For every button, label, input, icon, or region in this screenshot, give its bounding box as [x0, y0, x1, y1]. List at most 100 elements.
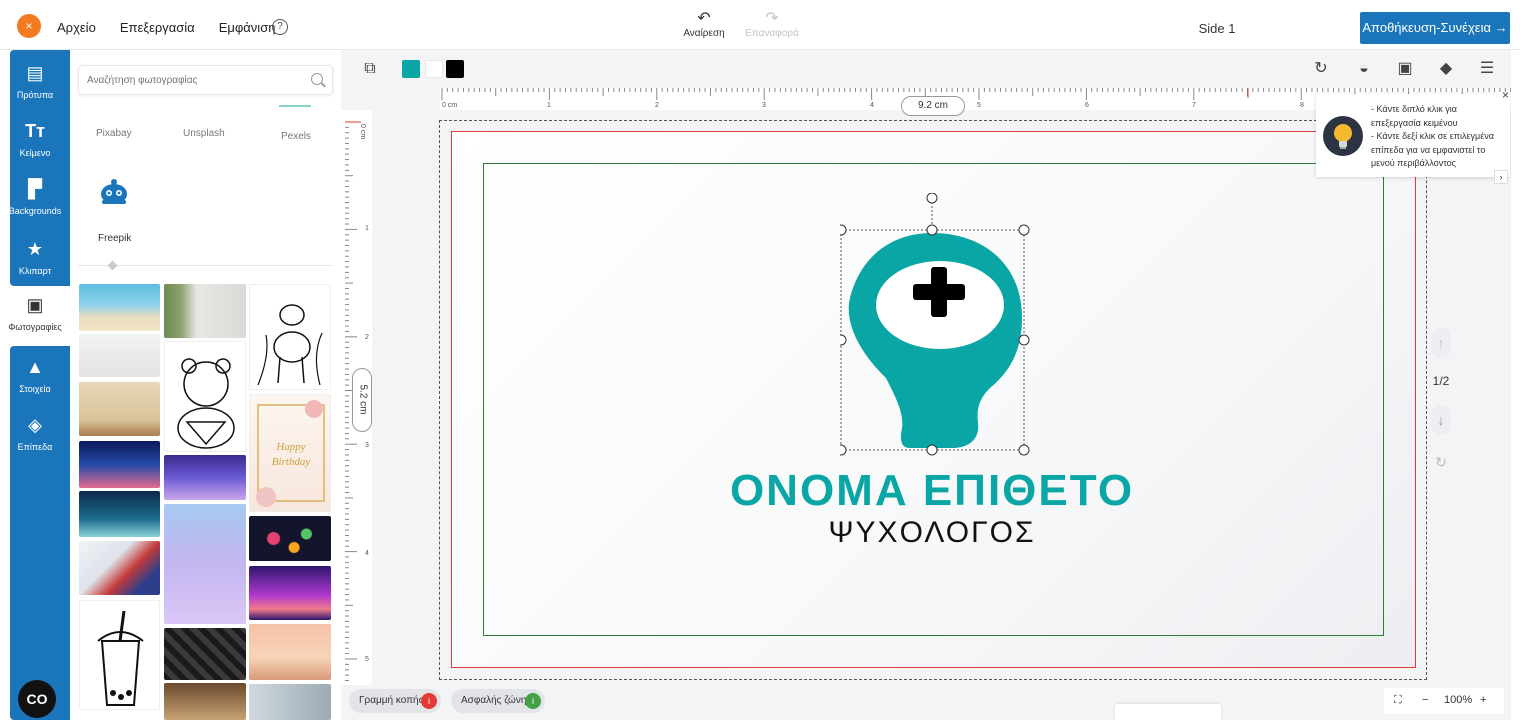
- fullscreen-icon[interactable]: ⛶: [1394, 694, 1402, 707]
- chevron-right-icon[interactable]: ›: [1494, 170, 1508, 184]
- psychology-head-logo[interactable]: [840, 193, 1030, 458]
- photo-thumb-window[interactable]: [164, 683, 246, 720]
- ruler-left-label-4: 4: [365, 550, 369, 557]
- photo-thumb-anime-night[interactable]: [164, 455, 246, 500]
- photo-thumb-cute-clouds[interactable]: [249, 624, 331, 680]
- nav-layers[interactable]: ◈ Επίπεδα: [0, 414, 70, 452]
- nav-text[interactable]: Tт Κείμενο: [0, 120, 70, 158]
- zoom-level: 100%: [1444, 694, 1473, 706]
- source-tab-freepik[interactable]: Freepik: [98, 233, 131, 244]
- photo-thumb-bear-sketch[interactable]: [164, 341, 246, 452]
- safe-zone-label: Ασφαλής ζώνη: [461, 695, 527, 706]
- close-tip-icon[interactable]: ×: [1502, 88, 1509, 102]
- adjust-settings-icon[interactable]: ☰: [1478, 60, 1496, 78]
- cut-line-toggle[interactable]: Γραμμή κοπής i: [349, 689, 441, 713]
- photo-search-input[interactable]: [79, 66, 299, 94]
- ruler-left-label-1: 1: [365, 225, 369, 232]
- photo-thumb-plant-wall[interactable]: [164, 284, 246, 338]
- help-icon[interactable]: ?: [272, 19, 288, 35]
- collapse-handle[interactable]: [107, 260, 118, 271]
- card-profession-text[interactable]: ΨΥΧΟΛΟΓΟΣ: [760, 516, 1104, 550]
- nav-elements-label: Στοιχεία: [19, 384, 51, 394]
- chat-button[interactable]: CO: [18, 680, 56, 718]
- safe-zone-toggle[interactable]: Ασφαλής ζώνη i: [451, 689, 545, 713]
- layers-order-icon[interactable]: ◆: [1437, 60, 1455, 78]
- color-swatch-teal[interactable]: [402, 60, 420, 78]
- photo-thumb-happy-birthday[interactable]: Happy Birthday: [249, 394, 331, 512]
- photo-thumb-bubble-tea-sketch[interactable]: [79, 600, 160, 710]
- page-down-icon[interactable]: ↓: [1431, 405, 1451, 435]
- menu-edit[interactable]: Επεξεργασία: [120, 20, 195, 35]
- image-icon: ▣: [26, 295, 44, 315]
- menu-view[interactable]: Εμφάνιση: [219, 20, 276, 35]
- svg-text:Birthday: Birthday: [272, 456, 311, 468]
- shapes-icon: ▲: [26, 357, 44, 377]
- save-continue-button[interactable]: Αποθήκευση-Συνέχεια →: [1360, 12, 1510, 44]
- group-select-icon[interactable]: ⧉: [361, 60, 379, 78]
- nav-clipart-label: Κλιπαρτ: [18, 266, 52, 276]
- nav-photos[interactable]: ▣ Φωτογραφίες: [0, 294, 70, 332]
- ruler-top-label-6: 6: [1085, 102, 1089, 109]
- nav-backgrounds-label: Backgrounds: [8, 206, 62, 216]
- redo-label: Επαναφορά: [745, 28, 799, 39]
- nav-elements[interactable]: ▲ Στοιχεία: [0, 356, 70, 394]
- photo-thumb-july-fourth[interactable]: [79, 541, 160, 595]
- photo-thumb-interior[interactable]: [79, 382, 160, 436]
- svg-text:Happy: Happy: [275, 441, 305, 453]
- photo-thumb-deer-sketch[interactable]: [249, 284, 331, 390]
- ruler-left-label-0: 0 cm: [359, 124, 366, 140]
- undo-button[interactable]: ↶ Αναίρεση: [676, 10, 732, 39]
- nav-backgrounds[interactable]: ▛ Backgrounds: [0, 178, 70, 216]
- ruler-top-label-7: 7: [1192, 102, 1196, 109]
- nav-layers-label: Επίπεδα: [17, 442, 53, 452]
- source-tab-unsplash[interactable]: Unsplash: [183, 128, 225, 139]
- color-swatch-white[interactable]: [425, 60, 443, 78]
- cut-line-info-icon: i: [421, 693, 437, 709]
- menu-file[interactable]: Αρχείο: [57, 20, 96, 35]
- color-swatch-black[interactable]: [446, 60, 464, 78]
- search-icon[interactable]: [311, 73, 323, 85]
- main-menu: Αρχείο Επεξεργασία Εμφάνιση: [57, 20, 275, 35]
- ruler-top-label-0: 0 cm: [442, 102, 458, 109]
- ruler-top-label-1: 1: [547, 102, 551, 109]
- page-up-icon[interactable]: ↑: [1431, 328, 1451, 358]
- nav-clipart[interactable]: ★ Κλιπαρτ: [0, 238, 70, 276]
- photo-thumb-neon-flowers[interactable]: [249, 516, 331, 561]
- photo-thumb-sea-night[interactable]: [79, 491, 160, 537]
- photo-thumb-pastel-arches[interactable]: [164, 504, 246, 624]
- redo-button[interactable]: ↷ Επαναφορά: [740, 10, 804, 39]
- ruler-top-label-4: 4: [870, 102, 874, 109]
- source-tab-pexels[interactable]: Pexels: [281, 131, 311, 142]
- nav-templates[interactable]: ▤ Πρότυπα: [0, 62, 70, 100]
- photo-thumb-portrait[interactable]: [249, 684, 331, 720]
- nav-templates-label: Πρότυπα: [16, 90, 54, 100]
- layers-icon: ◈: [28, 415, 42, 435]
- close-button[interactable]: ×: [17, 14, 41, 38]
- active-source-indicator: [279, 105, 311, 107]
- page-refresh-icon[interactable]: ↻: [1431, 447, 1451, 477]
- photo-thumb-synthwave[interactable]: [249, 566, 331, 620]
- zoom-controls: ⛶ − 100% +: [1384, 688, 1504, 714]
- zoom-out-icon[interactable]: −: [1422, 694, 1428, 706]
- photo-thumb-white-room[interactable]: [79, 334, 160, 377]
- ruler-left-label-2: 2: [365, 334, 369, 341]
- freepik-logo-icon[interactable]: [98, 178, 130, 206]
- source-tab-pixabay[interactable]: Pixabay: [96, 128, 132, 139]
- ruler-top-label-5: 5: [977, 102, 981, 109]
- undo-label: Αναίρεση: [683, 28, 725, 39]
- ruler-left-label-5: 5: [365, 656, 369, 663]
- right-scrollbar[interactable]: [1511, 50, 1520, 720]
- rotate-icon[interactable]: ↻: [1312, 60, 1330, 78]
- safe-zone-info-icon: i: [525, 693, 541, 709]
- bottom-hint-card: [1115, 704, 1221, 720]
- photo-thumb-night-sky[interactable]: [79, 441, 160, 488]
- card-name-text[interactable]: ΟΝΟΜΑ ΕΠΙΘΕΤΟ: [700, 466, 1164, 516]
- opacity-icon[interactable]: ◒: [1355, 60, 1373, 78]
- zoom-in-icon[interactable]: +: [1480, 694, 1486, 706]
- photo-thumb-dark-texture[interactable]: [164, 628, 246, 680]
- shadow-icon[interactable]: ▣: [1396, 60, 1414, 78]
- height-dimension-label: 5.2 cm: [352, 368, 372, 432]
- nav-photos-label: Φωτογραφίες: [8, 322, 62, 332]
- photo-thumb-beach[interactable]: [79, 284, 160, 331]
- template-icon: ▤: [26, 63, 44, 83]
